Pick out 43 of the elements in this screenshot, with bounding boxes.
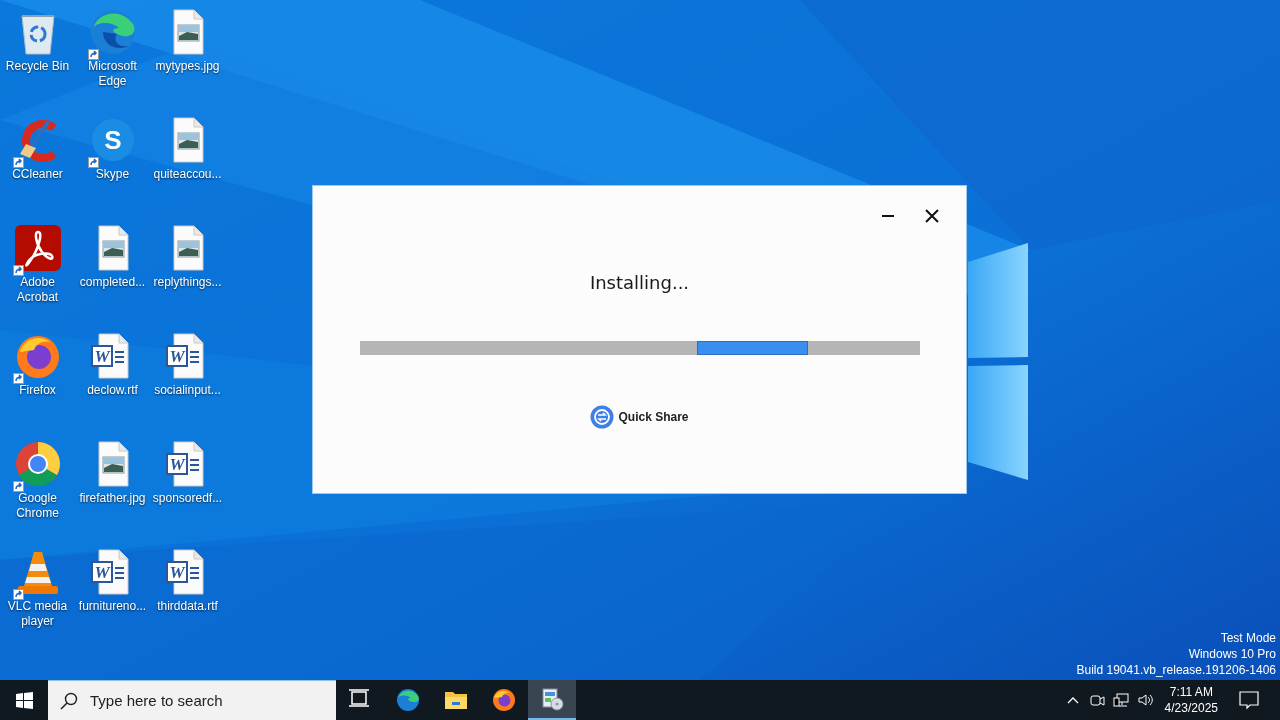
desktop-icon[interactable]: Google Chrome	[0, 432, 75, 521]
notification-icon	[1239, 690, 1259, 710]
clock-time: 7:11 AM	[1169, 684, 1213, 700]
desktop-icon[interactable]: W thirddata.rtf	[150, 540, 225, 614]
clock-date: 4/23/2025	[1164, 700, 1218, 716]
desktop-icon[interactable]: mytypes.jpg	[150, 0, 225, 74]
desktop-icon[interactable]: quiteaccou...	[150, 108, 225, 182]
close-icon	[925, 209, 939, 223]
desktop-icon[interactable]: Firefox	[0, 324, 75, 398]
video-camera-icon	[1088, 692, 1105, 708]
desktop-icon[interactable]: S Skype	[75, 108, 150, 182]
status-text: Installing...	[589, 272, 690, 293]
system-info-text: Windows 10 Pro	[1187, 646, 1276, 662]
desktop-icon[interactable]: firefather.jpg	[75, 432, 150, 506]
browser-icon	[13, 440, 62, 488]
desktop-icon[interactable]: CCleaner	[0, 108, 75, 182]
desktop-icon[interactable]: completed...	[75, 216, 150, 290]
windows-logo-icon	[15, 691, 33, 709]
desktop-icon[interactable]: W furnitureno...	[75, 540, 150, 614]
system-info-text: Build 19041.vb_release.191206-1406	[1076, 662, 1276, 678]
clock[interactable]: 7:11 AM 4/23/2025	[1156, 680, 1226, 720]
desktop-icon[interactable]: Adobe Acrobat	[0, 216, 75, 305]
search-icon	[60, 691, 78, 710]
sync-icon	[590, 405, 615, 429]
taskbar-app[interactable]	[528, 680, 576, 720]
edge-browser-icon	[396, 688, 420, 712]
desktop-icon[interactable]: W socialinput...	[150, 324, 225, 398]
network-icon	[1112, 692, 1129, 708]
desktop-icon[interactable]: W declow.rtf	[75, 324, 150, 398]
desktop-icon[interactable]: W sponsoredf...	[150, 432, 225, 506]
search-field[interactable]: Type here to search	[88, 691, 322, 710]
installer-icon	[540, 687, 564, 711]
firefox-icon	[492, 688, 516, 712]
search-bar[interactable]: Type here to search	[48, 680, 336, 720]
desktop-icon[interactable]: Microsoft Edge	[75, 0, 150, 89]
brand-name: Quick Share	[618, 410, 689, 424]
pdf-app-icon	[13, 224, 62, 272]
volume-icon	[1136, 692, 1153, 708]
edge-browser-icon	[88, 8, 137, 56]
system-info-text: Test Mode	[1219, 630, 1276, 646]
desktop-icon[interactable]: replythings...	[150, 216, 225, 290]
desktop-icon[interactable]: VLC media player	[0, 540, 75, 629]
desktop-icon[interactable]: Recycle Bin	[0, 0, 75, 74]
